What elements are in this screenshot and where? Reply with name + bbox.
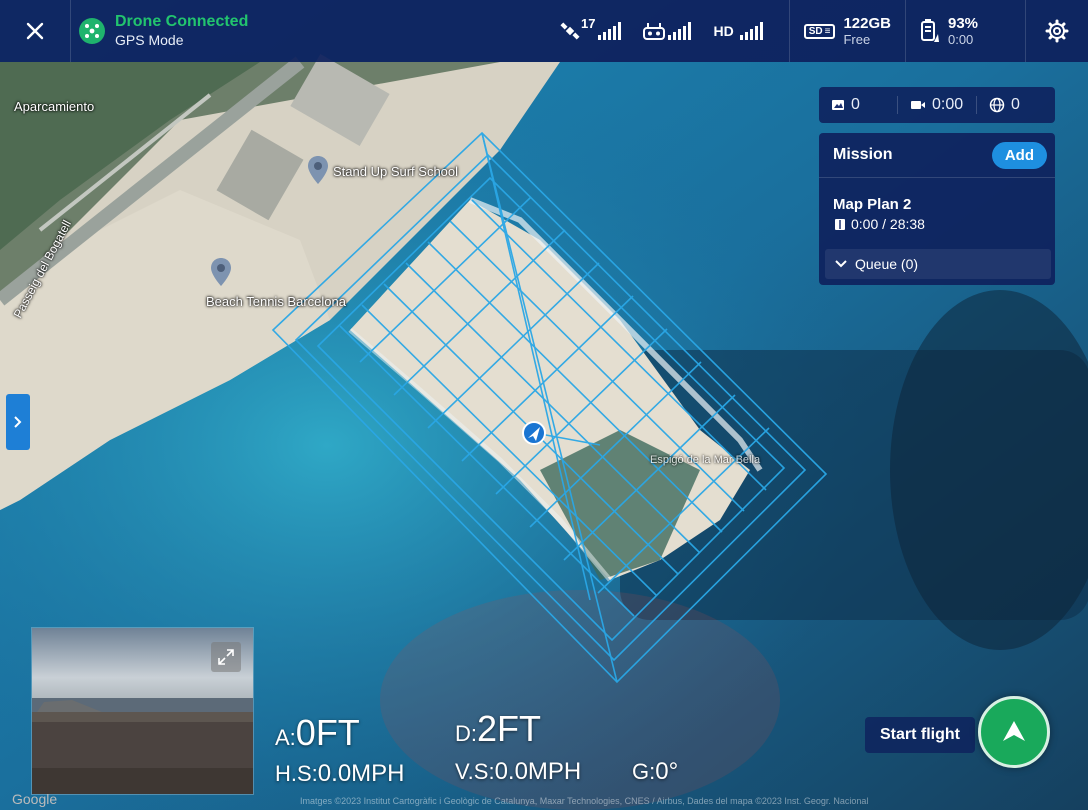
mission-plan-name[interactable]: Map Plan 2 [833,196,911,213]
connection-status[interactable]: Drone Connected GPS Mode [71,13,559,49]
gimbal-readout: G:0° [632,758,678,786]
flight-mode: GPS Mode [115,32,184,48]
panorama-count[interactable]: 0 [976,96,1055,114]
storage-sub: Free [843,31,871,47]
satellite-icon [560,22,580,40]
photo-icon [832,100,844,110]
distance-value: 2FT [477,708,542,749]
mission-panel: Mission Add Map Plan 2 0:00 / 28:38 Queu… [819,133,1055,285]
vspeed-value: 0.0MPH [494,758,582,785]
mission-title: Mission [833,146,893,163]
queue-label: Queue (0) [855,256,919,272]
close-button[interactable] [0,0,71,62]
map-pin-icon[interactable] [210,258,232,286]
flight-time: 0:00 [947,31,974,47]
drone-status-icon [79,18,105,44]
altitude-label: A: [275,725,296,750]
add-mission-button[interactable]: Add [991,141,1047,169]
status-title: Drone Connected [115,13,249,30]
mission-header: Mission Add [819,133,1055,178]
gimbal-label: G: [632,759,656,784]
map-icon [835,218,845,230]
video-camera-icon [911,101,925,109]
map-pin-icon[interactable] [307,156,329,184]
battery-icon [920,19,939,42]
map-label-beach-tennis: Beach Tennis Barcelona [206,294,346,309]
start-flight-label[interactable]: Start flight [865,717,975,753]
storage-status[interactable]: SD ≡ 122GB Free [788,0,905,62]
queue-toggle[interactable]: Queue (0) [825,249,1051,279]
vspeed-label: V.S: [455,759,495,784]
gps-signal[interactable]: 17 [559,16,622,42]
chevron-down-icon [835,260,847,268]
map-label-surf-school: Stand Up Surf School [333,164,459,179]
map-label-jetty: Espigó de la Mar Bella [650,454,761,466]
sd-card-icon: SD ≡ [803,23,836,39]
battery-percent: 93% [947,14,979,32]
start-flight-button[interactable] [978,696,1050,768]
close-icon [26,22,44,40]
horizontal-speed-readout: H.S:0.0MPH [275,760,405,788]
battery-status[interactable]: 93% 0:00 [904,0,992,62]
altitude-readout: A:0FT [275,712,360,754]
camera-preview[interactable] [31,627,254,795]
chevron-right-icon [14,416,22,428]
expand-side-panel-button[interactable] [6,394,30,450]
video-time[interactable]: 0:00 [897,96,976,114]
remote-bars-icon [668,22,692,40]
map-label-parking: Aparcamiento [14,99,95,114]
remote-signal[interactable] [643,21,692,41]
altitude-value: 0FT [295,712,360,753]
hspeed-value: 0.0MPH [317,760,405,787]
map-attribution: Imatges ©2023 Institut Cartogràfic i Geo… [300,796,869,806]
media-counters: 0 0:00 0 [819,87,1055,123]
distance-label: D: [455,721,477,746]
expand-icon [218,649,234,665]
gear-icon [1045,19,1069,43]
video-bars-icon [739,22,763,40]
storage-value: 122GB [843,14,891,32]
google-logo: Google [12,791,58,807]
settings-button[interactable] [1025,0,1088,62]
gps-bars-icon [598,22,622,40]
vertical-speed-readout: V.S:0.0MPH [455,758,581,786]
expand-view-button[interactable] [211,642,241,672]
video-signal[interactable]: HD [713,22,763,40]
photo-count[interactable]: 0 [819,96,897,114]
remote-controller-icon [643,23,666,40]
gimbal-value: 0° [655,758,679,785]
satellite-count: 17 [581,15,596,31]
mission-plan-time: 0:00 / 28:38 [835,216,925,232]
hspeed-label: H.S: [275,761,318,786]
top-status-bar: Drone Connected GPS Mode 17 HD SD ≡ 122GB [0,0,1088,62]
video-quality: HD [713,23,734,39]
takeoff-arrow-icon [1003,721,1025,741]
globe-icon [989,97,1005,113]
distance-readout: D:2FT [455,708,541,750]
